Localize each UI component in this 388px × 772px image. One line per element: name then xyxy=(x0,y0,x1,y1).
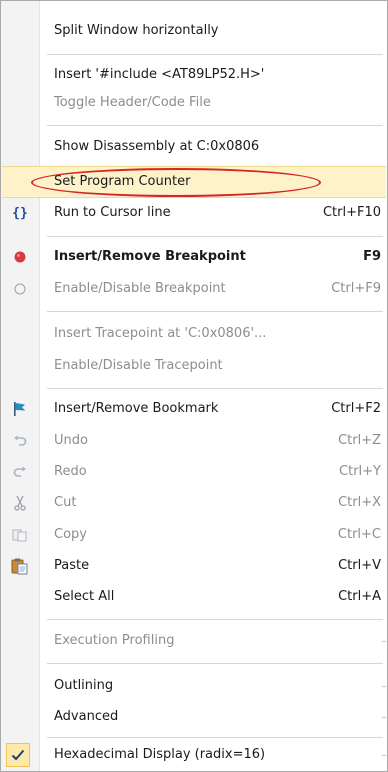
menu-item-outlining[interactable]: Outlining xyxy=(2,670,386,702)
disabled-breakpoint-icon xyxy=(10,280,30,298)
menu-item-label: Select All xyxy=(54,589,115,604)
submenu-arrow-icon xyxy=(382,717,386,718)
menu-separator xyxy=(47,54,383,55)
menu-item-label: Undo xyxy=(54,433,88,448)
menu-item-shortcut: F9 xyxy=(363,249,381,264)
menu-separator xyxy=(47,236,383,237)
menu-item-shortcut: Ctrl+Y xyxy=(339,464,381,479)
menu-item-label: Hexadecimal Display (radix=16) xyxy=(54,747,266,762)
menu-item-copy[interactable]: Copy Ctrl+C xyxy=(2,519,386,551)
menu-item-label: Advanced xyxy=(54,709,119,724)
menu-item-label: Insert Tracepoint at 'C:0x0806'... xyxy=(54,326,267,341)
menu-item-label: Insert/Remove Breakpoint xyxy=(54,249,246,264)
menu-item-show-disassembly[interactable]: Show Disassembly at C:0x0806 xyxy=(2,131,386,163)
context-menu: Split Window horizontally Insert '#inclu… xyxy=(0,0,388,772)
menu-item-label: Enable/Disable Breakpoint xyxy=(54,281,226,296)
menu-separator xyxy=(47,619,383,620)
menu-item-shortcut: Ctrl+F10 xyxy=(322,205,381,220)
menu-separator xyxy=(47,663,383,664)
menu-separator xyxy=(47,388,383,389)
menu-separator xyxy=(47,125,383,126)
menu-item-cut[interactable]: Cut Ctrl+X xyxy=(2,487,386,519)
menu-item-label: Execution Profiling xyxy=(54,633,175,648)
submenu-arrow-icon xyxy=(382,755,386,756)
menu-item-run-to-cursor[interactable]: {} Run to Cursor line Ctrl+F10 xyxy=(2,197,386,229)
menu-item-label: Run to Cursor line xyxy=(54,205,171,220)
menu-item-enable-disable-breakpoint[interactable]: Enable/Disable Breakpoint Ctrl+F9 xyxy=(2,273,386,305)
scissors-icon xyxy=(10,494,30,512)
checkmark-icon xyxy=(6,743,30,767)
menu-separator xyxy=(47,737,383,738)
menu-item-label: Cut xyxy=(54,495,77,510)
menu-item-shortcut: Ctrl+F2 xyxy=(331,401,381,416)
menu-item-paste[interactable]: Paste Ctrl+V xyxy=(2,550,386,582)
menu-item-label: Insert/Remove Bookmark xyxy=(54,401,219,416)
menu-item-label: Outlining xyxy=(54,678,114,693)
menu-item-label: Show Disassembly at C:0x0806 xyxy=(54,139,260,154)
breakpoint-icon xyxy=(10,248,30,266)
menu-item-hexadecimal-display[interactable]: Hexadecimal Display (radix=16) xyxy=(2,739,386,771)
menu-item-insert-remove-breakpoint[interactable]: Insert/Remove Breakpoint F9 xyxy=(2,241,386,273)
menu-item-shortcut: Ctrl+A xyxy=(338,589,381,604)
menu-item-redo[interactable]: Redo Ctrl+Y xyxy=(2,456,386,488)
menu-item-undo[interactable]: Undo Ctrl+Z xyxy=(2,425,386,457)
menu-item-insert-remove-bookmark[interactable]: Insert/Remove Bookmark Ctrl+F2 xyxy=(2,393,386,425)
menu-item-advanced[interactable]: Advanced xyxy=(2,701,386,733)
menu-item-label: Enable/Disable Tracepoint xyxy=(54,358,223,373)
bookmark-flag-icon xyxy=(10,400,30,418)
menu-item-insert-tracepoint[interactable]: Insert Tracepoint at 'C:0x0806'... xyxy=(2,318,386,350)
menu-separator xyxy=(47,311,383,312)
submenu-arrow-icon xyxy=(382,686,386,687)
menu-item-label: Toggle Header/Code File xyxy=(54,95,211,110)
menu-item-label: Redo xyxy=(54,464,87,479)
menu-item-shortcut: Ctrl+V xyxy=(338,558,381,573)
menu-item-shortcut: Ctrl+C xyxy=(337,527,381,542)
run-to-cursor-icon: {} xyxy=(12,205,28,221)
menu-item-label: Paste xyxy=(54,558,90,573)
submenu-arrow-icon xyxy=(382,641,386,642)
undo-icon xyxy=(10,432,30,450)
redo-icon xyxy=(10,463,30,481)
menu-item-enable-disable-tracepoint[interactable]: Enable/Disable Tracepoint xyxy=(2,350,386,382)
menu-item-shortcut: Ctrl+X xyxy=(338,495,381,510)
menu-item-label: Copy xyxy=(54,527,87,542)
copy-icon xyxy=(10,526,30,544)
paste-clipboard-icon xyxy=(10,557,30,575)
menu-item-label: Split Window horizontally xyxy=(54,23,219,38)
annotation-ellipse xyxy=(31,168,321,197)
menu-item-execution-profiling[interactable]: Execution Profiling xyxy=(2,625,386,657)
menu-item-shortcut: Ctrl+F9 xyxy=(331,281,381,296)
menu-item-shortcut: Ctrl+Z xyxy=(338,433,381,448)
menu-item-select-all[interactable]: Select All Ctrl+A xyxy=(2,581,386,613)
menu-item-toggle-header-code[interactable]: Toggle Header/Code File xyxy=(2,87,386,119)
menu-item-split-window[interactable]: Split Window horizontally xyxy=(2,15,386,47)
